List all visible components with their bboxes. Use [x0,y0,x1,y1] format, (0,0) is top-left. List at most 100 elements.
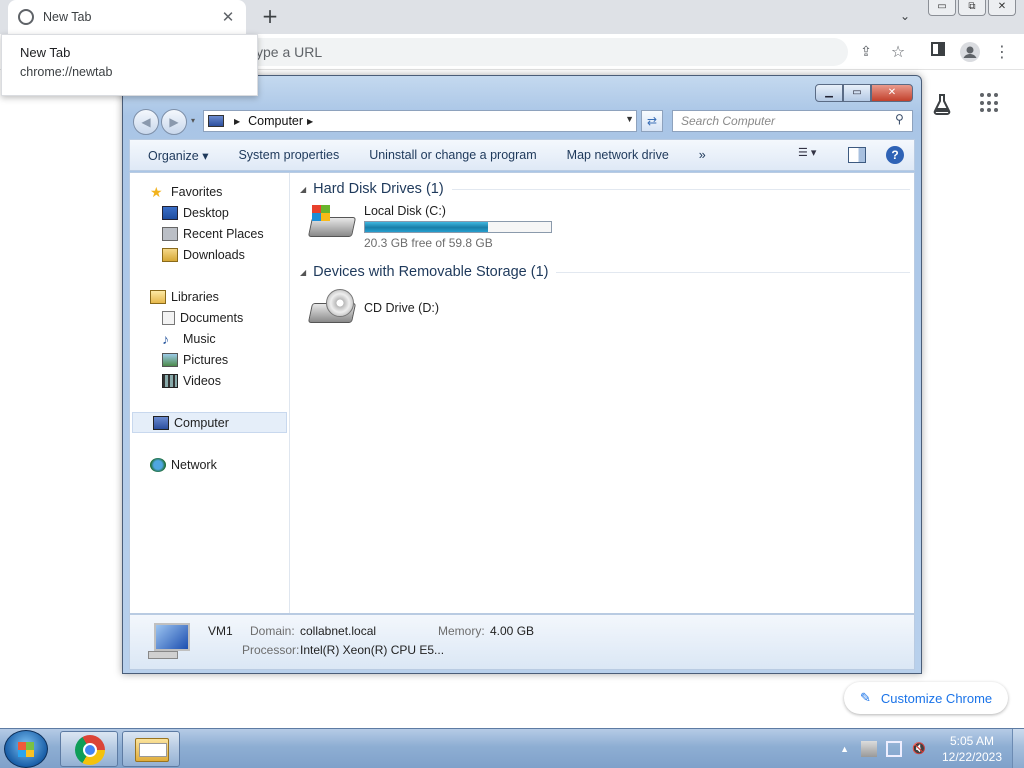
organize-button[interactable]: Organize ▾ [130,148,223,163]
nav-recent-places[interactable]: Recent Places [130,223,289,244]
address-bar[interactable]: ▶ Computer ▶ ▼ [203,110,637,132]
search-icon[interactable]: ⚲ [895,112,910,126]
drive-local-disk-c[interactable]: Local Disk (C:) 20.3 GB free of 59.8 GB [307,203,552,250]
window-controls: ▭ ⧉ ✕ [928,0,1016,16]
show-desktop-button[interactable] [1012,729,1024,768]
taskbar-explorer-button[interactable] [122,731,180,767]
music-icon: ♪ [162,330,169,347]
nav-label: Recent Places [183,226,264,241]
explorer-folder-icon [135,738,169,762]
explorer-close-button[interactable]: ✕ [871,84,913,102]
close-window-button[interactable]: ✕ [988,0,1016,16]
nav-computer[interactable]: Computer [132,412,287,433]
nav-network[interactable]: Network [130,454,289,475]
map-network-drive-button[interactable]: Map network drive [552,148,684,162]
nav-videos[interactable]: Videos [130,370,289,391]
system-properties-button[interactable]: System properties [223,148,354,162]
desktop-icon [162,205,178,220]
explorer-window[interactable]: ▁ ▭ ✕ ◀ ▶ ▾ ▶ Computer ▶ ▼ ⇄ Search Comp… [122,75,922,674]
flask-icon[interactable] [930,92,954,116]
share-icon[interactable]: ⇪ [856,42,876,62]
preview-pane-icon[interactable] [848,147,866,163]
processor-value: Intel(R) Xeon(R) CPU E5... [300,643,445,657]
star-icon[interactable]: ☆ [888,42,908,62]
search-input[interactable]: Search Computer [672,110,913,132]
hover-card-url: chrome://newtab [20,65,113,79]
explorer-minimize-button[interactable]: ▁ [815,84,843,102]
clock[interactable]: 5:05 AM 12/22/2023 [936,733,1008,765]
forward-button[interactable]: ▶ [161,109,187,135]
drive-free-space: 20.3 GB free of 59.8 GB [364,236,493,250]
clock-time: 5:05 AM [949,734,995,748]
network-icon [150,457,166,472]
group-title: Hard Disk Drives (1) [313,181,444,197]
clock-date: 12/22/2023 [941,750,1003,764]
recent-places-icon [162,226,178,241]
collapse-triangle-icon[interactable]: ◢ [300,185,306,194]
profile-icon[interactable] [960,42,980,62]
nav-label: Pictures [183,352,229,367]
menu-icon[interactable]: ⋮ [992,42,1012,62]
nav-desktop[interactable]: Desktop [130,202,289,223]
documents-icon [162,310,175,325]
processor-label: Processor: [242,643,300,657]
explorer-maximize-button[interactable]: ▭ [843,84,871,102]
omnibox[interactable]: ype a URL [220,38,848,66]
restore-button[interactable]: ⧉ [958,0,986,16]
customize-chrome-button[interactable]: ✎ Customize Chrome [844,682,1008,714]
tab-title: New Tab [43,10,92,24]
minimize-button[interactable]: ▭ [928,0,956,16]
refresh-button[interactable]: ⇄ [641,110,663,132]
explorer-address-row: ◀ ▶ ▾ ▶ Computer ▶ ▼ ⇄ Search Computer ⚲ [131,108,915,136]
start-button[interactable] [4,730,48,768]
drive-name: Local Disk (C:) [364,204,446,218]
tab-close-icon[interactable]: ✕ [220,8,236,26]
explorer-caption-buttons: ▁ ▭ ✕ [815,84,913,102]
libraries-icon [150,289,166,304]
nav-favorites[interactable]: ★ Favorites [130,181,289,202]
nav-label: Computer [174,415,229,430]
explorer-body: ★ Favorites Desktop Recent Places Downlo… [129,172,915,614]
drive-cd-d[interactable]: CD Drive (D:) [307,289,439,329]
more-commands-button[interactable]: » [684,148,721,162]
nav-label: Libraries [171,289,219,304]
group-header-hard-disks[interactable]: ◢ Hard Disk Drives (1) [300,179,910,199]
breadcrumb-arrow-icon[interactable]: ▶ [307,117,313,126]
show-hidden-icons-icon[interactable]: ▲ [840,744,849,754]
action-center-flag-icon[interactable] [861,741,877,757]
collapse-triangle-icon[interactable]: ◢ [300,268,306,277]
domain-value: collabnet.local [300,624,377,638]
hard-disk-icon [307,203,357,243]
back-button[interactable]: ◀ [133,109,159,135]
tab-new-tab[interactable]: New Tab ✕ [8,0,246,34]
tab-search-icon[interactable]: ⌄ [895,6,915,26]
network-status-icon[interactable] [886,741,902,757]
new-tab-button[interactable]: + [258,4,282,28]
computer-monitor-icon [148,623,192,661]
volume-muted-icon[interactable]: 🔇 [911,741,927,757]
chrome-tab-strip: New Tab ✕ + ⌄ ▭ ⧉ ✕ [0,0,1024,34]
nav-music[interactable]: ♪ Music [130,328,289,349]
hover-card-title: New Tab [20,45,71,60]
nav-documents[interactable]: Documents [130,307,289,328]
uninstall-program-button[interactable]: Uninstall or change a program [354,148,551,162]
address-dropdown-icon[interactable]: ▼ [625,114,634,124]
nav-downloads[interactable]: Downloads [130,244,289,265]
breadcrumb-computer[interactable]: Computer [248,114,303,128]
help-icon[interactable]: ? [886,146,904,164]
change-view-icon[interactable]: ☰ ▾ [798,146,828,164]
group-title: Devices with Removable Storage (1) [313,264,549,280]
memory-value: 4.00 GB [490,624,535,638]
details-pane: VM1 Domain: collabnet.local Memory: 4.00… [129,614,915,670]
group-header-removable[interactable]: ◢ Devices with Removable Storage (1) [300,262,910,282]
drive-usage-bar [364,221,552,233]
nav-libraries[interactable]: Libraries [130,286,289,307]
breadcrumb-arrow-icon[interactable]: ▶ [234,117,240,126]
recent-pages-icon[interactable]: ▾ [191,116,195,125]
nav-pictures[interactable]: Pictures [130,349,289,370]
computer-icon [153,415,169,430]
windows-logo-icon [18,742,34,757]
apps-grid-icon[interactable] [980,93,1000,113]
side-panel-icon[interactable] [928,42,948,62]
taskbar-chrome-button[interactable] [60,731,118,767]
